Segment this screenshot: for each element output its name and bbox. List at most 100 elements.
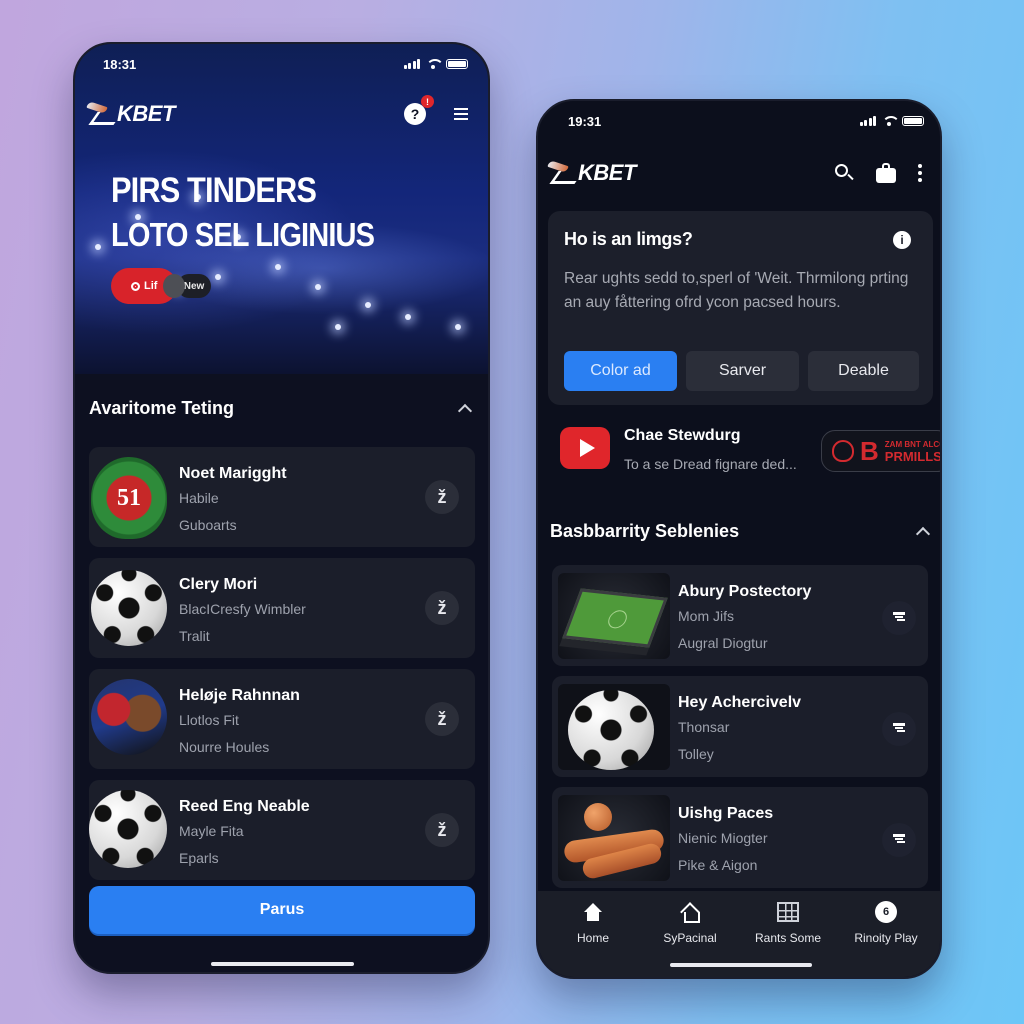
app-header: KBET ? ! [75,94,488,134]
kbet-logo[interactable]: KBET [548,160,636,186]
soccer-ball-thumbnail [91,570,167,646]
chevron-up-icon[interactable] [457,403,473,419]
list-item[interactable]: 51 Noet Marigght Habile Guboarts ž [89,447,475,547]
item-title: Clery Mori [179,576,258,593]
filter-icon[interactable] [882,712,916,746]
item-subtitle: Thonsar [678,719,730,735]
app-header: KBET [538,153,940,193]
video-subtitle: To a se Dread fignare ded... [624,456,797,472]
filter-icon[interactable] [882,823,916,857]
z-arrow-icon[interactable]: ž [425,480,459,514]
rolls-thumbnail [558,795,670,881]
item-meta: Pike & Aigon [678,857,758,873]
home-indicator[interactable] [670,963,812,967]
list-item[interactable]: Uishg Paces Nienic Miogter Pike & Aigon [552,787,928,888]
shopping-bag-icon[interactable] [876,163,896,183]
parus-button[interactable]: Parus [89,886,475,934]
player-photo-thumbnail [91,679,167,755]
list-item[interactable]: Clery Mori BlacICresfy Wimbler Tralit ž [89,558,475,658]
battery-icon [446,59,468,69]
search-icon[interactable] [834,163,854,183]
nav-home[interactable]: Home [543,901,643,945]
list-item[interactable]: Reed Eng Neable Mayle Fita Eparls ž [89,780,475,880]
item-title: Hey Achercivelv [678,694,802,711]
pitch-box-thumbnail [558,573,670,659]
sarver-button[interactable]: Sarver [686,351,799,391]
item-meta: Guboarts [179,517,237,533]
nav-rants-some-label: Rants Some [754,931,822,945]
team-crest-thumbnail: 51 [91,457,167,539]
wifi-icon [426,59,444,69]
z-arrow-icon[interactable]: ž [425,591,459,625]
right-phone-screen: 19:31 KBET Ho is an limgs? i Rear ughts … [536,99,942,979]
section-title: Avaritome Teting [89,398,235,418]
live-toggle[interactable]: Lif New [111,268,211,304]
video-title: Chae Stewdurg [624,427,741,444]
signal-icon [859,116,876,126]
info-icon[interactable]: i [893,231,911,249]
chevron-up-icon[interactable] [915,526,931,542]
z-arrow-icon[interactable]: ž [425,702,459,736]
item-subtitle: Habile [179,490,219,506]
item-subtitle: Nienic Miogter [678,830,768,846]
status-bar: 19:31 [538,101,940,141]
list-item[interactable]: Hey Achercivelv Thonsar Tolley [552,676,928,777]
list-item[interactable]: Abury Postectory Mom Jifs Augral Diogtur [552,565,928,666]
shield-icon [832,440,854,462]
battery-icon [902,116,924,126]
status-time: 18:31 [103,56,137,72]
logo-text: KBET [578,160,636,185]
soccer-ball-thumbnail [558,684,670,770]
section-header[interactable]: Basbbarrity Seblenies [550,521,931,542]
nav-rinoity-play-label: Rinoity Play [854,931,918,945]
hero-title: PIRS TINDERS LOTO SEL LIGINIUS [111,169,375,257]
help-button[interactable]: ? ! [404,95,434,125]
promo-badge[interactable]: B ZAM BNT ALCO PRMILLS [821,430,942,472]
nav-sypacinal[interactable]: SyPacinal [640,901,740,945]
left-phone-screen: PIRS TINDERS LOTO SEL LIGINIUS Lif New 1… [73,42,490,974]
soccer-ball-thumbnail [89,790,167,868]
more-vertical-icon[interactable] [918,164,922,182]
video-row[interactable]: Chae Stewdurg To a se Dread fignare ded.… [538,419,818,479]
kbet-logo[interactable]: KBET [87,101,175,127]
hamburger-menu-icon[interactable] [454,108,468,120]
notification-badge: ! [421,95,434,108]
nav-home-label: Home [576,931,609,945]
item-meta: Tolley [678,746,714,762]
bottom-nav: Home SyPacinal Rants Some 6 Rinoity Play [538,891,940,977]
hero-title-line1: PIRS TINDERS [111,171,317,210]
home-outline-icon [678,901,702,923]
section-header[interactable]: Avaritome Teting [89,398,473,419]
color-ad-button[interactable]: Color ad [564,351,677,391]
z-arrow-icon[interactable]: ž [425,813,459,847]
nav-rants-some[interactable]: Rants Some [738,901,838,945]
play-circle-icon: 6 [875,901,897,923]
grid-icon [777,902,799,922]
logo-text: KBET [117,101,175,126]
list-item[interactable]: Heløje Rahnnan Llotlos Fit Nourre Houles… [89,669,475,769]
record-icon [131,281,140,291]
info-card-body: Rear ughts sedd to,sperl of 'Weit. Thrmi… [564,270,909,311]
nav-rinoity-play[interactable]: 6 Rinoity Play [836,901,936,945]
hero-title-line2: LOTO SEL LIGINIUS [111,216,375,253]
status-time: 19:31 [568,113,602,129]
info-card: Ho is an limgs? i Rear ughts sedd to,spe… [548,211,933,405]
item-title: Abury Postectory [678,583,812,600]
toggle-new-label: New [183,280,205,292]
youtube-play-icon[interactable] [560,427,610,469]
promo-badge-big-text: PRMILLS [884,449,942,464]
home-indicator[interactable] [211,962,354,966]
item-title: Uishg Paces [678,805,774,822]
item-subtitle: Llotlos Fit [179,712,239,728]
deable-button[interactable]: Deable [808,351,919,391]
filter-icon[interactable] [882,601,916,635]
logo-wing-icon [548,161,578,185]
toggle-knob[interactable] [163,274,185,298]
info-card-title: Ho is an limgs? [564,229,693,249]
item-subtitle: BlacICresfy Wimbler [179,601,306,617]
toggle-live-label: Lif [144,280,158,292]
item-subtitle: Mom Jifs [678,608,734,624]
item-title: Reed Eng Neable [179,798,310,815]
logo-wing-icon [87,102,117,126]
item-meta: Eparls [179,850,219,866]
